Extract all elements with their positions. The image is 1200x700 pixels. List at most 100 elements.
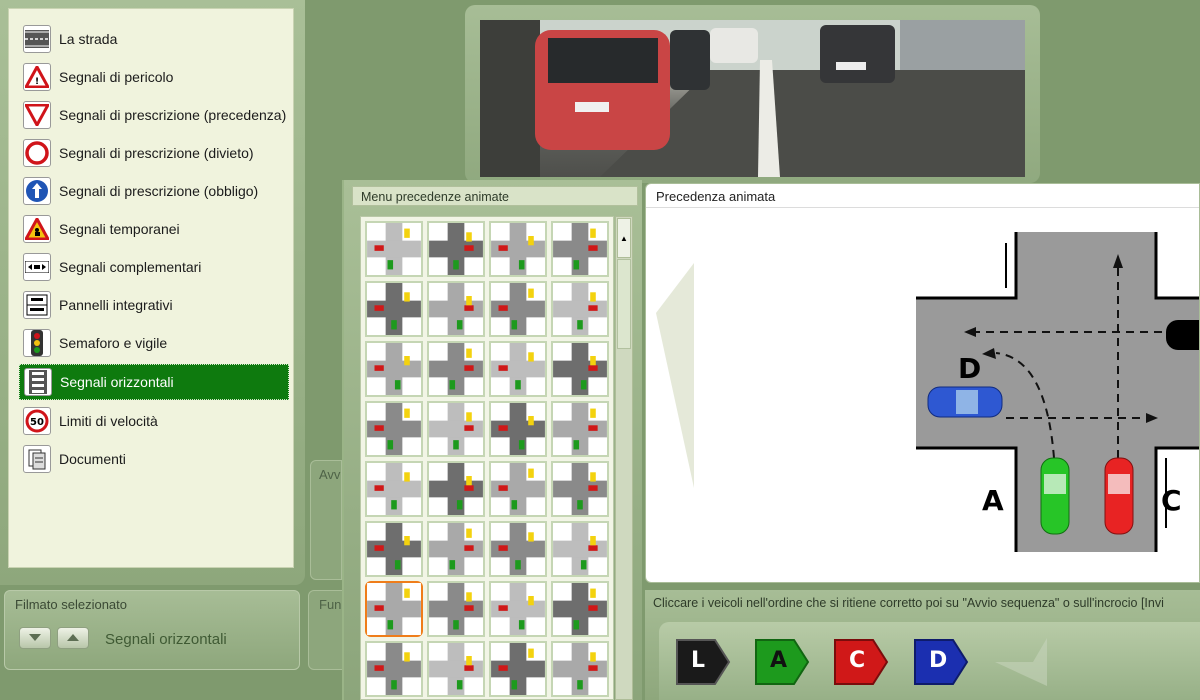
behind-panel-av-label: Avv xyxy=(319,467,341,482)
intersection-preview-icon xyxy=(367,523,421,575)
intersection-thumbnail[interactable] xyxy=(489,521,547,577)
category-label: Limiti di velocità xyxy=(59,413,158,429)
instructions-bar: Cliccare i veicoli nell'ordine che si ri… xyxy=(645,590,1200,700)
label-d: D xyxy=(958,352,981,385)
video-player[interactable] xyxy=(480,20,1025,177)
intersection-diagram[interactable]: D A C xyxy=(646,208,1200,583)
panel-icon xyxy=(23,291,51,319)
intersection-thumbnail[interactable] xyxy=(551,221,609,277)
intersection-preview-icon xyxy=(429,283,483,335)
film-bar-title: Filmato selezionato xyxy=(15,597,127,612)
behind-panel-av: Avv xyxy=(310,460,342,580)
film-down-button[interactable] xyxy=(19,627,51,649)
category-item-semaforo-vigile[interactable]: Semaforo e vigile xyxy=(19,325,289,361)
chevron-up-icon xyxy=(67,634,79,641)
label-c: C xyxy=(1161,484,1182,517)
vehicle-button-c[interactable]: C xyxy=(833,638,889,686)
category-item-segnali-orizzontali[interactable]: Segnali orizzontali xyxy=(19,364,289,400)
intersection-thumbnail[interactable] xyxy=(489,341,547,397)
intersection-preview-icon xyxy=(491,463,545,515)
category-label: La strada xyxy=(59,31,118,47)
documents-icon xyxy=(23,445,51,473)
intersection-thumbnail[interactable] xyxy=(427,221,485,277)
intersection-thumbnail[interactable] xyxy=(365,581,423,637)
intersection-thumbnail[interactable] xyxy=(427,341,485,397)
intersection-preview-icon xyxy=(367,343,421,395)
intersection-thumbnail[interactable] xyxy=(427,641,485,697)
intersection-thumbnail[interactable] xyxy=(427,401,485,457)
intersection-thumbnail[interactable] xyxy=(365,461,423,517)
chevron-down-icon xyxy=(29,634,41,641)
intersection-thumbnail[interactable] xyxy=(551,581,609,637)
behind-panel-fun: Fun xyxy=(308,590,344,670)
intersection-thumbnail[interactable] xyxy=(427,581,485,637)
category-item-documenti[interactable]: Documenti xyxy=(19,441,289,477)
previous-arrow-icon[interactable] xyxy=(656,263,694,488)
category-item-segnali-pericolo[interactable]: ! Segnali di pericolo xyxy=(19,59,289,95)
category-item-segnali-temporanei[interactable]: Segnali temporanei xyxy=(19,211,289,247)
road-markings-icon xyxy=(24,368,52,396)
intersection-thumbnail[interactable] xyxy=(365,341,423,397)
category-item-segnali-complementari[interactable]: Segnali complementari xyxy=(19,249,289,285)
intersection-preview-icon xyxy=(429,463,483,515)
category-label: Documenti xyxy=(59,451,126,467)
intersection-thumbnail[interactable] xyxy=(551,521,609,577)
menu-title: Menu precedenze animate xyxy=(352,186,638,206)
intersection-thumbnail[interactable] xyxy=(365,221,423,277)
yield-sign-icon xyxy=(23,101,51,129)
intersection-thumbnail[interactable] xyxy=(489,461,547,517)
category-label: Segnali di pericolo xyxy=(59,69,174,85)
intersection-preview-icon xyxy=(553,583,607,635)
intersection-preview-icon xyxy=(491,343,545,395)
intersection-thumbnail[interactable] xyxy=(365,521,423,577)
intersection-thumbnail[interactable] xyxy=(551,281,609,337)
intersection-thumbnail[interactable] xyxy=(489,581,547,637)
category-item-prescrizione-divieto[interactable]: Segnali di prescrizione (divieto) xyxy=(19,135,289,171)
prohibition-sign-icon xyxy=(23,139,51,167)
intersection-preview-icon xyxy=(429,583,483,635)
intersection-thumbnail[interactable] xyxy=(489,281,547,337)
scroll-up-arrow-icon[interactable]: ▲ xyxy=(617,218,631,258)
intersection-thumbnail[interactable] xyxy=(551,341,609,397)
intersection-thumbnail[interactable] xyxy=(427,461,485,517)
speed-limit-value: 50 xyxy=(30,417,44,428)
intersection-thumbnail[interactable] xyxy=(551,401,609,457)
empty-vehicle-slot xyxy=(993,638,1049,686)
intersection-thumbnail[interactable] xyxy=(427,281,485,337)
intersection-thumbnail[interactable] xyxy=(365,401,423,457)
category-list: La strada ! Segnali di pericolo Segnali … xyxy=(8,8,294,568)
category-item-limiti-velocita[interactable]: 50 Limiti di velocità xyxy=(19,403,289,439)
intersection-thumbnail[interactable] xyxy=(489,221,547,277)
intersection-thumbnail[interactable] xyxy=(551,641,609,697)
intersection-preview-icon xyxy=(491,403,545,455)
intersection-thumbnail[interactable] xyxy=(489,641,547,697)
category-label: Segnali di prescrizione (divieto) xyxy=(59,145,254,161)
intersection-preview-icon xyxy=(491,223,545,275)
intersection-thumbnail[interactable] xyxy=(427,521,485,577)
selected-film-name: Segnali orizzontali xyxy=(105,631,227,648)
category-item-pannelli-integrativi[interactable]: Pannelli integrativi xyxy=(19,287,289,323)
category-label: Pannelli integrativi xyxy=(59,297,173,313)
complementary-sign-icon xyxy=(23,253,51,281)
speed-limit-icon: 50 xyxy=(23,407,51,435)
intersection-thumbnail[interactable] xyxy=(365,641,423,697)
category-item-prescrizione-precedenza[interactable]: Segnali di prescrizione (precedenza) xyxy=(19,97,289,133)
intersection-thumbnail[interactable] xyxy=(489,401,547,457)
intersection-preview-icon xyxy=(553,283,607,335)
film-up-button[interactable] xyxy=(57,627,89,649)
scroll-thumb[interactable] xyxy=(617,259,631,349)
intersection-preview-icon xyxy=(429,403,483,455)
vehicle-label-c: C xyxy=(849,648,866,673)
vehicle-button-l[interactable]: L xyxy=(675,638,731,686)
intersection-thumbnail[interactable] xyxy=(551,461,609,517)
intersection-preview-icon xyxy=(553,223,607,275)
category-item-prescrizione-obbligo[interactable]: Segnali di prescrizione (obbligo) xyxy=(19,173,289,209)
category-label: Segnali di prescrizione (obbligo) xyxy=(59,183,259,199)
vehicle-button-a[interactable]: A xyxy=(754,638,810,686)
vehicle-button-d[interactable]: D xyxy=(913,638,969,686)
danger-sign-icon: ! xyxy=(23,63,51,91)
selected-film-bar: Filmato selezionato Segnali orizzontali xyxy=(4,590,300,670)
category-item-la-strada[interactable]: La strada xyxy=(19,21,289,57)
menu-scrollbar[interactable]: ▲ xyxy=(615,216,633,700)
intersection-thumbnail[interactable] xyxy=(365,281,423,337)
